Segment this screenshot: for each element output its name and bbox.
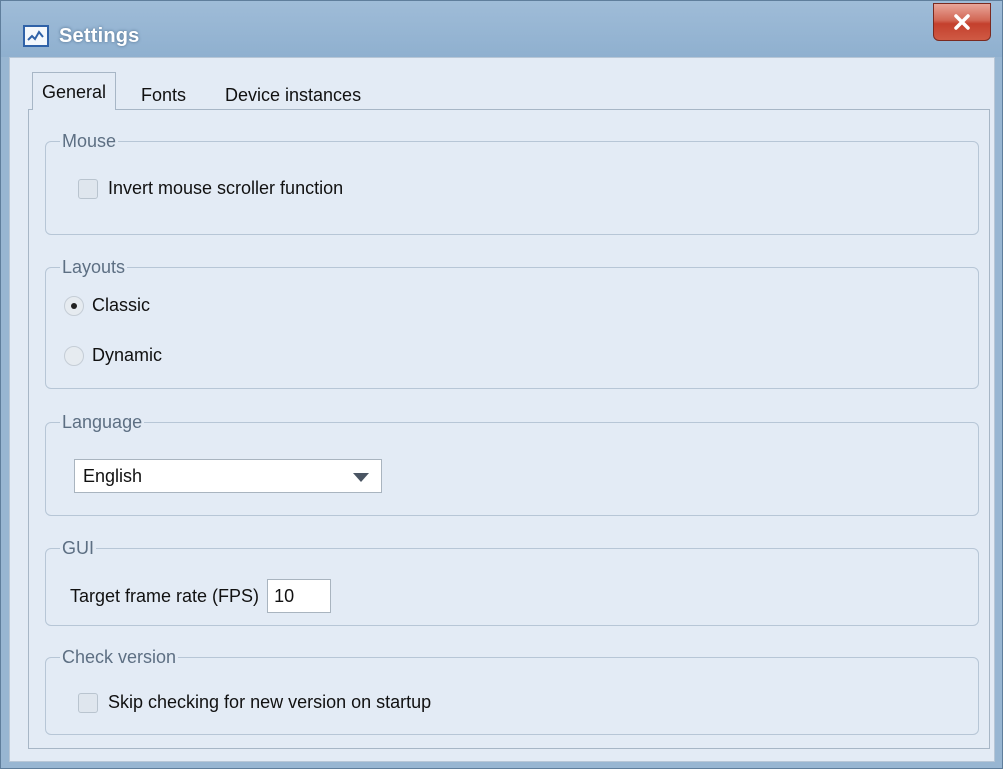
language-group-title: Language	[60, 411, 145, 433]
layouts-group: Layouts Classic Dynamic	[45, 256, 979, 389]
skip-version-check-checkbox[interactable]	[78, 692, 98, 713]
mouse-group-title: Mouse	[60, 130, 119, 152]
window-title: Settings	[59, 25, 140, 47]
invert-scroller-checkbox[interactable]	[78, 178, 98, 199]
layout-classic-radio[interactable]	[64, 295, 84, 316]
tab-device-instances[interactable]: Device instances	[216, 80, 370, 110]
layout-dynamic-label: Dynamic	[92, 345, 163, 365]
title-bar[interactable]: Settings	[1, 1, 1002, 57]
chevron-down-icon	[353, 473, 369, 482]
check-version-group: Check version Skip checking for new vers…	[45, 646, 979, 735]
gui-group-title: GUI	[60, 537, 97, 559]
skip-version-check-label: Skip checking for new version on startup	[108, 692, 432, 712]
layout-classic-option[interactable]: Classic	[64, 295, 150, 316]
layout-dynamic-radio[interactable]	[64, 345, 84, 366]
close-button[interactable]	[933, 3, 991, 41]
app-icon	[23, 25, 49, 47]
layout-dynamic-option[interactable]: Dynamic	[64, 345, 162, 366]
invert-scroller-label: Invert mouse scroller function	[108, 178, 344, 198]
language-select[interactable]: English	[74, 459, 382, 493]
layouts-group-title: Layouts	[60, 256, 128, 278]
dialog-client-area: General Fonts Device instances Mouse Inv…	[9, 57, 995, 762]
fps-label: Target frame rate (FPS)	[70, 585, 260, 606]
skip-version-check-option[interactable]: Skip checking for new version on startup	[78, 692, 431, 713]
language-select-value: English	[83, 466, 143, 486]
check-version-group-title: Check version	[60, 646, 179, 668]
settings-window: Settings General Fonts Device instances …	[0, 0, 1003, 769]
layout-classic-label: Classic	[92, 295, 151, 315]
fps-row: Target frame rate (FPS) 10	[70, 579, 332, 613]
gui-group: GUI Target frame rate (FPS) 10	[45, 537, 979, 626]
language-group: Language English	[45, 411, 979, 516]
mouse-group: Mouse Invert mouse scroller function	[45, 130, 979, 235]
invert-scroller-option[interactable]: Invert mouse scroller function	[78, 178, 343, 199]
tab-fonts[interactable]: Fonts	[132, 80, 195, 110]
fps-input[interactable]: 10	[267, 579, 332, 613]
close-icon	[954, 14, 970, 30]
tab-general[interactable]: General	[32, 72, 117, 110]
general-tab-panel: Mouse Invert mouse scroller function Lay…	[28, 109, 990, 749]
